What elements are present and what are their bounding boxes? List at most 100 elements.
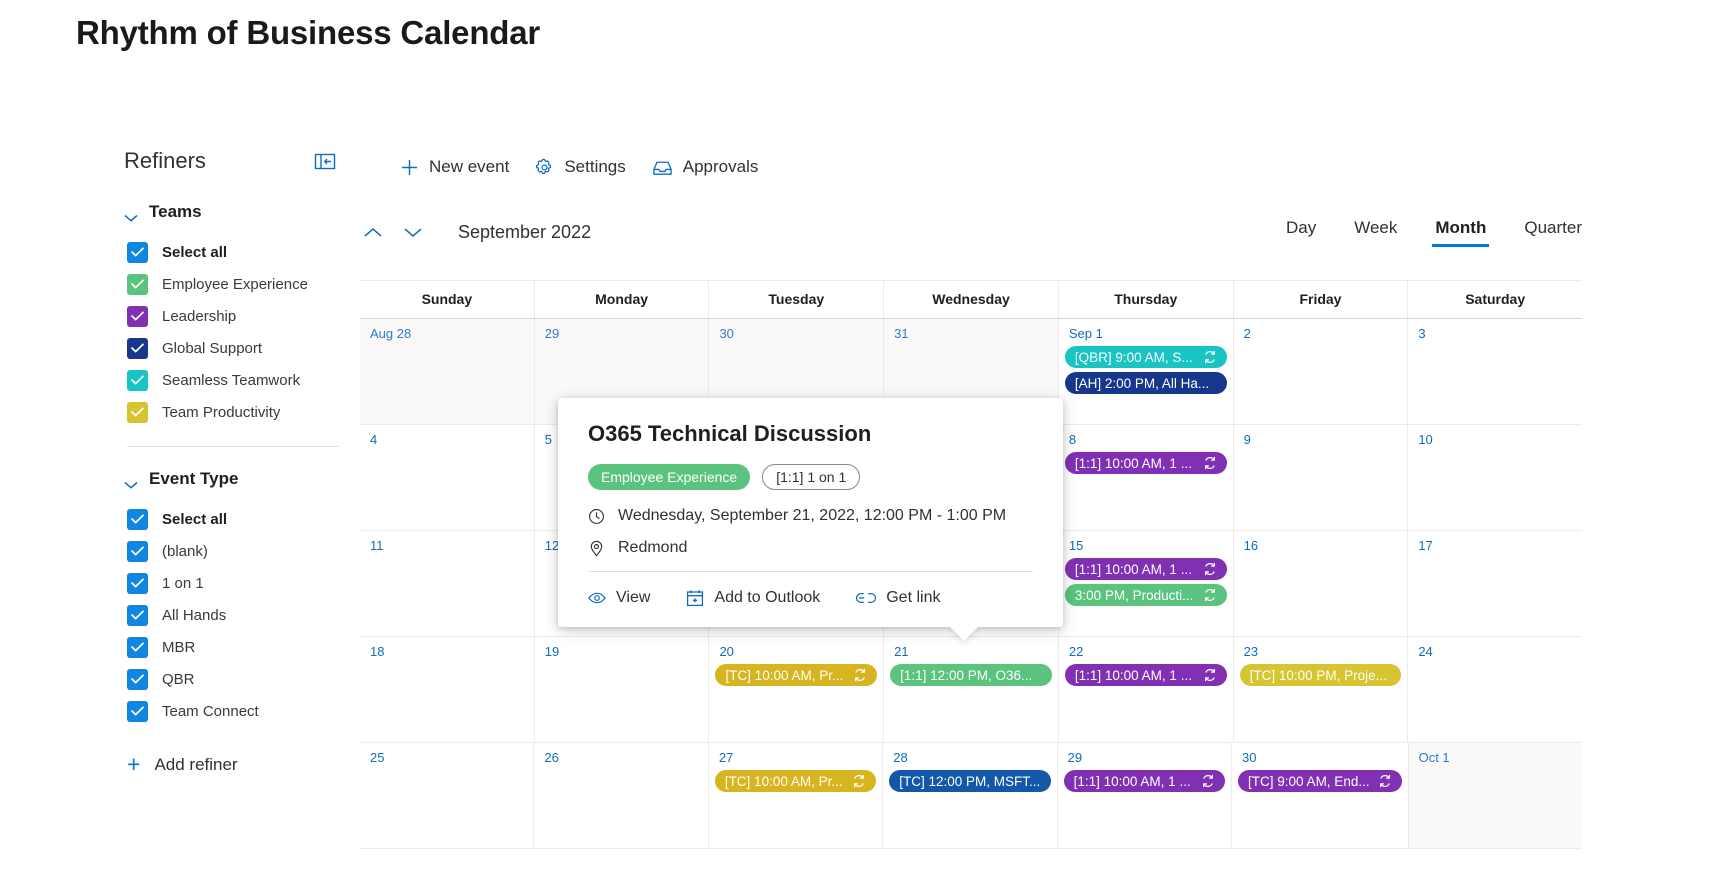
refiner-option-global-support[interactable]: Global Support: [124, 332, 376, 364]
calendar-day-cell[interactable]: 29 [1:1] 10:00 AM, 1 ...: [1057, 743, 1233, 848]
panel-collapse-icon[interactable]: [314, 152, 336, 171]
refiner-option-employee-experience[interactable]: Employee Experience: [124, 268, 376, 300]
calendar-event[interactable]: [1:1] 12:00 PM, O36...: [890, 664, 1052, 686]
tab-quarter[interactable]: Quarter: [1524, 218, 1582, 247]
refiner-option-1-on-1[interactable]: 1 on 1: [124, 567, 376, 599]
day-number[interactable]: 26: [540, 750, 701, 765]
day-number[interactable]: 28: [889, 750, 1050, 765]
tab-day[interactable]: Day: [1286, 218, 1316, 247]
day-number[interactable]: 22: [1065, 644, 1227, 659]
calendar-event[interactable]: 3:00 PM, Producti...: [1064, 584, 1227, 606]
refiner-group-header[interactable]: Event Type: [124, 469, 376, 489]
day-number[interactable]: 19: [541, 644, 703, 659]
refiner-option-all-hands[interactable]: All Hands: [124, 599, 376, 631]
day-number[interactable]: Oct 1: [1415, 750, 1576, 765]
calendar-day-cell[interactable]: 26: [534, 743, 709, 848]
day-number[interactable]: 2: [1240, 326, 1402, 341]
calendar-day-cell[interactable]: Aug 28: [360, 319, 535, 424]
day-number[interactable]: Sep 1: [1065, 326, 1227, 341]
calendar-event[interactable]: [TC] 12:00 PM, MSFT...: [889, 770, 1051, 792]
checkbox-checked-icon[interactable]: [127, 508, 148, 530]
popup-action-get-link[interactable]: Get link: [856, 589, 940, 607]
day-number[interactable]: 9: [1240, 432, 1402, 447]
tab-month[interactable]: Month: [1432, 218, 1490, 247]
refiner-option-leadership[interactable]: Leadership: [124, 300, 376, 332]
checkbox-checked-icon[interactable]: [127, 401, 148, 423]
calendar-day-cell[interactable]: 8 [1:1] 10:00 AM, 1 ...: [1058, 425, 1234, 530]
day-number[interactable]: 21: [890, 644, 1052, 659]
calendar-day-cell[interactable]: Sep 1 [QBR] 9:00 AM, S... [AH] 2:00 PM, Al…: [1058, 319, 1234, 424]
day-number[interactable]: 11: [366, 538, 528, 553]
checkbox-checked-icon[interactable]: [127, 337, 148, 359]
day-number[interactable]: 4: [366, 432, 528, 447]
checkbox-checked-icon[interactable]: [127, 572, 148, 594]
day-number[interactable]: 27: [715, 750, 876, 765]
calendar-day-cell[interactable]: 11: [360, 531, 535, 636]
refiner-option-qbr[interactable]: QBR: [124, 663, 376, 695]
refiner-option-select-all[interactable]: Select all: [124, 503, 376, 535]
calendar-day-cell[interactable]: 20 [TC] 10:00 AM, Pr...: [709, 637, 885, 742]
calendar-day-cell[interactable]: 15 [1:1] 10:00 AM, 1 ... 3:00 PM, Producti…: [1058, 531, 1234, 636]
refiner-option-select-all[interactable]: Select all: [124, 236, 376, 268]
day-number[interactable]: 25: [366, 750, 527, 765]
calendar-day-cell[interactable]: 18: [360, 637, 535, 742]
calendar-day-cell[interactable]: 9: [1233, 425, 1409, 530]
refiner-option-team-connect[interactable]: Team Connect: [124, 695, 376, 727]
calendar-day-cell[interactable]: 4: [360, 425, 535, 530]
day-number[interactable]: 18: [366, 644, 528, 659]
refiner-option-seamless-teamwork[interactable]: Seamless Teamwork: [124, 364, 376, 396]
calendar-event[interactable]: [TC] 10:00 AM, Pr...: [714, 770, 877, 792]
calendar-day-cell[interactable]: 25: [360, 743, 535, 848]
calendar-day-cell[interactable]: Oct 1: [1408, 743, 1582, 848]
calendar-event[interactable]: [QBR] 9:00 AM, S...: [1064, 346, 1227, 368]
day-number[interactable]: 30: [1238, 750, 1402, 765]
popup-action-add-to-outlook[interactable]: Add to Outlook: [686, 589, 820, 607]
checkbox-checked-icon[interactable]: [127, 305, 148, 327]
calendar-event[interactable]: [1:1] 10:00 AM, 1 ...: [1064, 452, 1227, 474]
day-number[interactable]: 16: [1240, 538, 1402, 553]
checkbox-checked-icon[interactable]: [127, 700, 148, 722]
calendar-event[interactable]: [1:1] 10:00 AM, 1 ...: [1064, 558, 1227, 580]
day-number[interactable]: 24: [1414, 644, 1576, 659]
checkbox-checked-icon[interactable]: [127, 241, 148, 263]
calendar-day-cell[interactable]: 2: [1233, 319, 1409, 424]
day-number[interactable]: 8: [1065, 432, 1227, 447]
popup-action-view[interactable]: View: [588, 589, 650, 607]
calendar-event[interactable]: [TC] 10:00 PM, Proje...: [1239, 664, 1402, 686]
day-number[interactable]: 30: [715, 326, 877, 341]
checkbox-checked-icon[interactable]: [127, 636, 148, 658]
add-refiner-button[interactable]: + Add refiner: [127, 753, 376, 776]
calendar-event[interactable]: [TC] 9:00 AM, End...: [1238, 770, 1402, 792]
calendar-day-cell[interactable]: 21 [1:1] 12:00 PM, O36...: [884, 637, 1059, 742]
calendar-event[interactable]: [AH] 2:00 PM, All Ha...: [1064, 372, 1227, 394]
refiner-group-header[interactable]: Teams: [124, 202, 376, 222]
calendar-day-cell[interactable]: 19: [534, 637, 710, 742]
calendar-day-cell[interactable]: 30 [TC] 9:00 AM, End...: [1232, 743, 1409, 848]
tab-week[interactable]: Week: [1354, 218, 1397, 247]
checkbox-checked-icon[interactable]: [127, 604, 148, 626]
day-number[interactable]: 29: [1064, 750, 1225, 765]
prev-period-button[interactable]: [360, 220, 386, 246]
calendar-event[interactable]: [1:1] 10:00 AM, 1 ...: [1064, 664, 1227, 686]
refiner-option-team-productivity[interactable]: Team Productivity: [124, 396, 376, 428]
day-number[interactable]: 29: [541, 326, 703, 341]
calendar-day-cell[interactable]: 27 [TC] 10:00 AM, Pr...: [708, 743, 884, 848]
settings-button[interactable]: Settings: [535, 157, 626, 177]
day-number[interactable]: 20: [715, 644, 877, 659]
calendar-day-cell[interactable]: 16: [1233, 531, 1409, 636]
checkbox-checked-icon[interactable]: [127, 273, 148, 295]
checkbox-checked-icon[interactable]: [127, 369, 148, 391]
refiner-option-mbr[interactable]: MBR: [124, 631, 376, 663]
approvals-button[interactable]: Approvals: [652, 157, 758, 177]
day-number[interactable]: 17: [1414, 538, 1576, 553]
day-number[interactable]: 31: [890, 326, 1052, 341]
day-number[interactable]: 3: [1414, 326, 1576, 341]
day-number[interactable]: 10: [1414, 432, 1576, 447]
calendar-day-cell[interactable]: 10: [1408, 425, 1583, 530]
new-event-button[interactable]: New event: [400, 157, 509, 177]
calendar-event[interactable]: [TC] 10:00 AM, Pr...: [715, 664, 878, 686]
day-number[interactable]: Aug 28: [366, 326, 528, 341]
refiner-option-blank[interactable]: (blank): [124, 535, 376, 567]
day-number[interactable]: 23: [1240, 644, 1402, 659]
calendar-day-cell[interactable]: 3: [1408, 319, 1583, 424]
